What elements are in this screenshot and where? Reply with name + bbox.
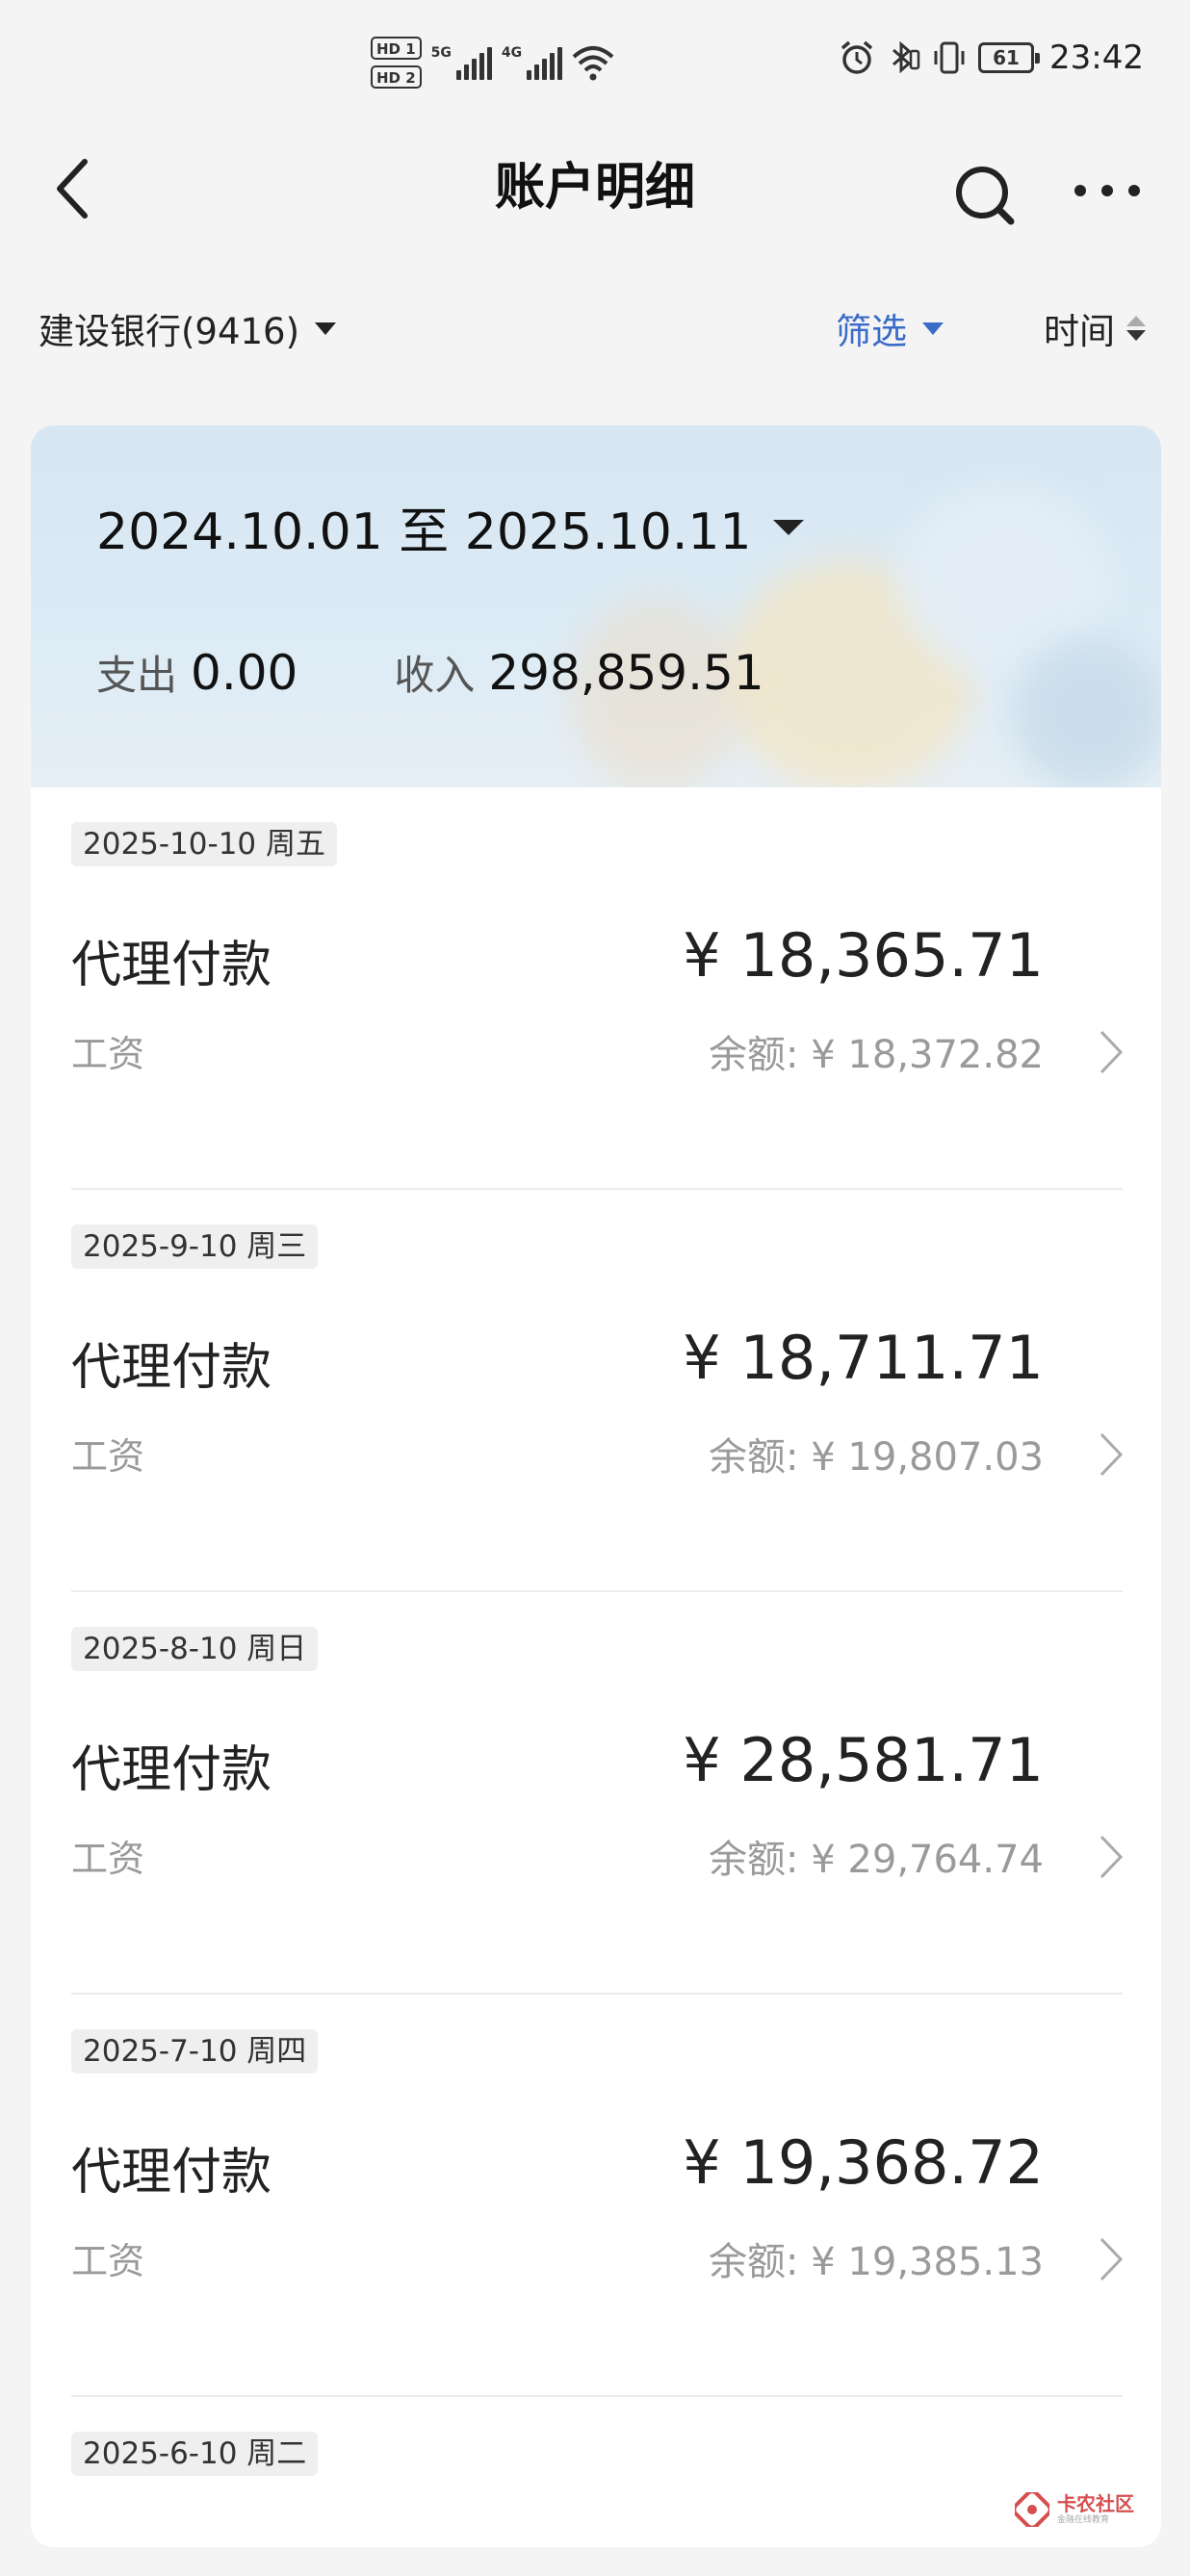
alarm-icon <box>841 40 873 74</box>
date-tag: 2025-8-10 周日 <box>71 1627 319 1671</box>
chevron-right-icon <box>1099 1835 1124 1879</box>
filter-row: 建设银行(9416) 筛选 时间 <box>0 289 1190 366</box>
transaction-item[interactable]: 2025-10-10 周五 代理付款 ¥ 18,365.71 工资 余额: ¥ … <box>31 787 1161 1190</box>
sort-button[interactable]: 时间 <box>1044 302 1146 354</box>
transaction-memo: 工资 <box>71 1435 145 1478</box>
chevron-right-icon <box>1099 2237 1124 2281</box>
date-tag: 2025-6-10 周二 <box>71 2432 319 2476</box>
transaction-memo: 工资 <box>71 1838 145 1880</box>
account-selector[interactable]: 建设银行(9416) <box>39 302 337 354</box>
signal-sim2-icon: 4G <box>502 45 563 80</box>
date-range-selector[interactable]: 2024.10.01 至 2025.10.11 <box>96 491 804 563</box>
income-label: 收入 <box>394 652 476 699</box>
expense-value: 0.00 <box>191 645 298 701</box>
sort-icon <box>1126 316 1146 341</box>
transaction-name: 代理付款 <box>71 937 272 994</box>
transaction-item[interactable]: 2025-7-10 周四 代理付款 ¥ 19,368.72 工资 余额: ¥ 1… <box>31 1995 1161 2397</box>
expense-label: 支出 <box>96 652 178 699</box>
transaction-memo: 工资 <box>71 1033 145 1075</box>
device-status: 61 23:42 <box>840 39 1144 77</box>
transaction-item[interactable]: 2025-6-10 周二 <box>31 2397 1161 2547</box>
status-bar: HD 1 HD 2 5G 4G 61 23:42 <box>0 0 1190 135</box>
transaction-amount: ¥ 28,581.71 <box>683 1725 1044 1795</box>
hd1-badge: HD 1 <box>371 37 422 60</box>
search-icon[interactable] <box>949 160 1019 229</box>
network-status: HD 1 HD 2 5G 4G <box>371 37 614 89</box>
sort-label: 时间 <box>1044 311 1115 352</box>
transaction-balance: 余额: ¥ 18,372.82 <box>709 1033 1044 1077</box>
income-value: 298,859.51 <box>488 645 764 701</box>
totals: 支出 0.00 收入 298,859.51 <box>96 643 764 702</box>
dropdown-icon <box>772 519 804 535</box>
clock: 23:42 <box>1049 39 1144 77</box>
transaction-amount: ¥ 19,368.72 <box>683 2127 1044 2198</box>
date-tag: 2025-7-10 周四 <box>71 2029 319 2074</box>
transaction-name: 代理付款 <box>71 2144 272 2202</box>
hd2-badge: HD 2 <box>371 65 422 89</box>
dropdown-icon <box>922 322 944 335</box>
bluetooth-icon <box>892 40 920 74</box>
date-tag: 2025-9-10 周三 <box>71 1224 319 1269</box>
vibrate-icon <box>934 41 965 74</box>
signal-sim1-icon: 5G <box>431 45 492 80</box>
dropdown-icon <box>315 322 337 335</box>
filter-button[interactable]: 筛选 <box>836 302 944 354</box>
transaction-item[interactable]: 2025-9-10 周三 代理付款 ¥ 18,711.71 工资 余额: ¥ 1… <box>31 1190 1161 1592</box>
kanong-logo-icon <box>1015 2492 1049 2527</box>
summary-banner: 2024.10.01 至 2025.10.11 支出 0.00 收入 298,8… <box>31 425 1161 787</box>
transaction-name: 代理付款 <box>71 1741 272 1799</box>
account-label: 建设银行(9416) <box>39 311 300 352</box>
date-range: 2024.10.01 至 2025.10.11 <box>96 503 752 561</box>
chevron-right-icon <box>1099 1030 1124 1074</box>
watermark: 卡农社区 金融在线教育 <box>1015 2492 1134 2527</box>
transaction-balance: 余额: ¥ 19,385.13 <box>709 2240 1044 2284</box>
battery-indicator: 61 <box>978 42 1041 73</box>
wifi-icon <box>572 46 614 81</box>
statement-card: 2024.10.01 至 2025.10.11 支出 0.00 收入 298,8… <box>31 425 1161 2547</box>
filter-label: 筛选 <box>836 311 907 352</box>
transaction-balance: 余额: ¥ 19,807.03 <box>709 1435 1044 1480</box>
transaction-balance: 余额: ¥ 29,764.74 <box>709 1838 1044 1882</box>
navigation-bar: 账户明细 <box>0 135 1190 241</box>
chevron-right-icon <box>1099 1432 1124 1477</box>
transaction-item[interactable]: 2025-8-10 周日 代理付款 ¥ 28,581.71 工资 余额: ¥ 2… <box>31 1592 1161 1995</box>
transaction-memo: 工资 <box>71 2240 145 2282</box>
date-tag: 2025-10-10 周五 <box>71 822 338 866</box>
more-icon[interactable] <box>1071 173 1144 208</box>
transaction-amount: ¥ 18,365.71 <box>683 920 1044 991</box>
transaction-name: 代理付款 <box>71 1339 272 1397</box>
transaction-amount: ¥ 18,711.71 <box>683 1323 1044 1393</box>
